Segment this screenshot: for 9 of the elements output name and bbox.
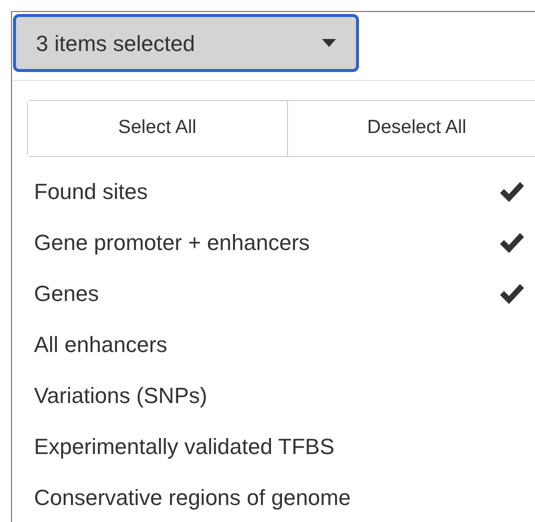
option-item[interactable]: Conservative regions of genome (27, 472, 535, 522)
option-item[interactable]: All enhancers (27, 319, 535, 370)
option-item[interactable]: Variations (SNPs) (27, 370, 535, 421)
caret-icon (322, 39, 336, 47)
dropdown-button[interactable]: 3 items selected (13, 14, 359, 72)
option-item[interactable]: Genes (27, 268, 535, 319)
option-item[interactable]: Experimentally validated TFBS (27, 421, 535, 472)
option-item[interactable]: Gene promoter + enhancers (27, 217, 535, 268)
option-item[interactable]: Found sites (27, 166, 535, 217)
